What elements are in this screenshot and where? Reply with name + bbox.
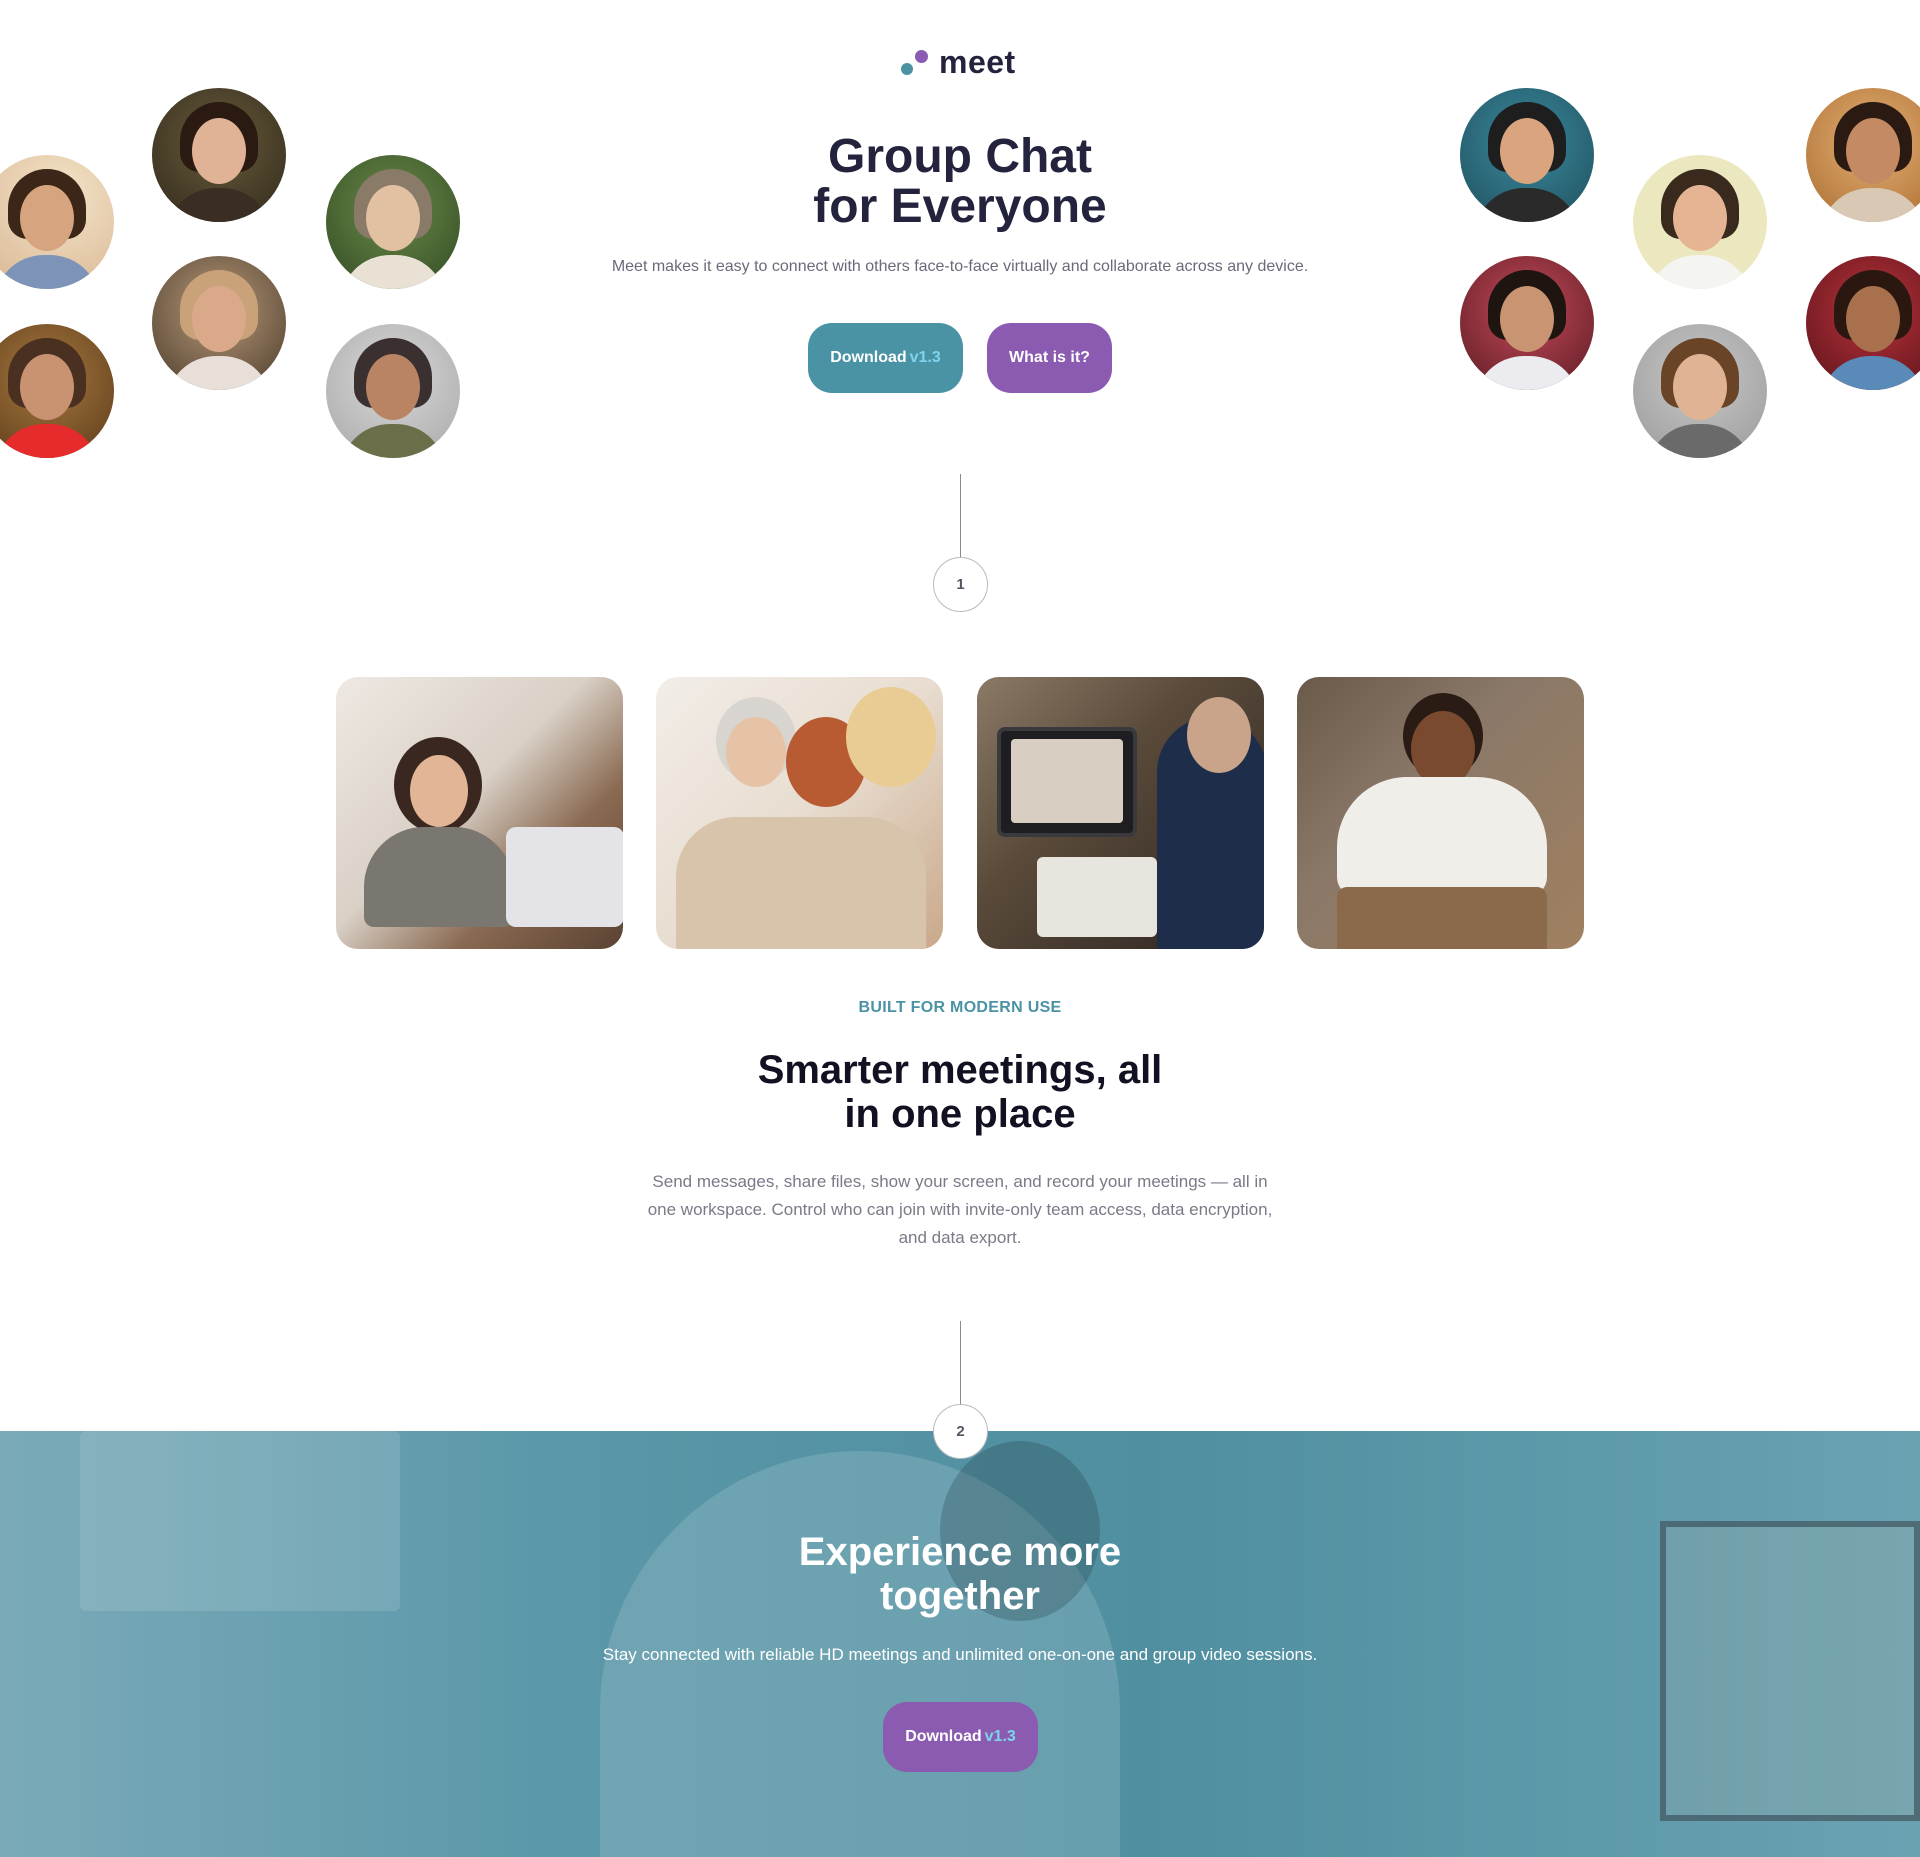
cta-download-label: Download	[905, 1728, 982, 1745]
avatar-photo	[1806, 256, 1920, 390]
features-title-line1: Smarter meetings, all	[757, 1048, 1163, 1092]
hero-title-line2: for Everyone	[813, 180, 1107, 233]
avatar-photo	[326, 155, 460, 289]
what-is-it-label: What is it?	[1009, 349, 1090, 366]
feature-photo-man-phone	[1297, 677, 1584, 949]
cta-download-button[interactable]: Download v1.3	[883, 1702, 1038, 1772]
cta-download-version: v1.3	[984, 1728, 1016, 1745]
avatar-photo	[1633, 324, 1767, 458]
feature-photo-laptop-call	[336, 677, 623, 949]
download-version: v1.3	[909, 349, 941, 366]
cta-title-line1: Experience more	[798, 1530, 1122, 1574]
cta-title-line2: together	[880, 1574, 1040, 1618]
cta-title: Experience more together	[660, 1530, 1260, 1618]
download-label: Download	[830, 349, 907, 366]
avatar-photo	[1460, 88, 1594, 222]
step-indicator-1: 1	[933, 557, 988, 612]
features-eyebrow: BUILT FOR MODERN USE	[858, 999, 1062, 1016]
avatar-photo	[152, 88, 286, 222]
feature-photo-friends-phone	[656, 677, 943, 949]
hero-title-line1: Group Chat	[828, 130, 1092, 183]
cta-subtitle: Stay connected with reliable HD meetings…	[602, 1645, 1318, 1664]
avatar-photo	[326, 324, 460, 458]
avatar-photo	[1633, 155, 1767, 289]
features-description: Send messages, share files, show your sc…	[647, 1172, 1273, 1247]
logo-dots-icon	[899, 46, 929, 78]
download-button[interactable]: Download v1.3	[808, 323, 963, 393]
feature-photo-video-call	[977, 677, 1264, 949]
avatar-photo	[152, 256, 286, 390]
avatar-photo	[0, 155, 114, 289]
hero-title: Group Chat for Everyone	[660, 132, 1260, 232]
features-title-line2: in one place	[844, 1092, 1076, 1136]
step-indicator-2: 2	[933, 1404, 988, 1459]
what-is-it-button[interactable]: What is it?	[987, 323, 1112, 393]
brand-logo[interactable]: meet	[899, 44, 1016, 80]
cta-band	[0, 1431, 1920, 1857]
avatar-photo	[1460, 256, 1594, 390]
avatar-photo	[0, 324, 114, 458]
features-title: Smarter meetings, all in one place	[660, 1048, 1260, 1136]
avatar-photo	[1806, 88, 1920, 222]
brand-name: meet	[939, 43, 1016, 80]
hero-subtitle: Meet makes it easy to connect with other…	[611, 258, 1309, 275]
